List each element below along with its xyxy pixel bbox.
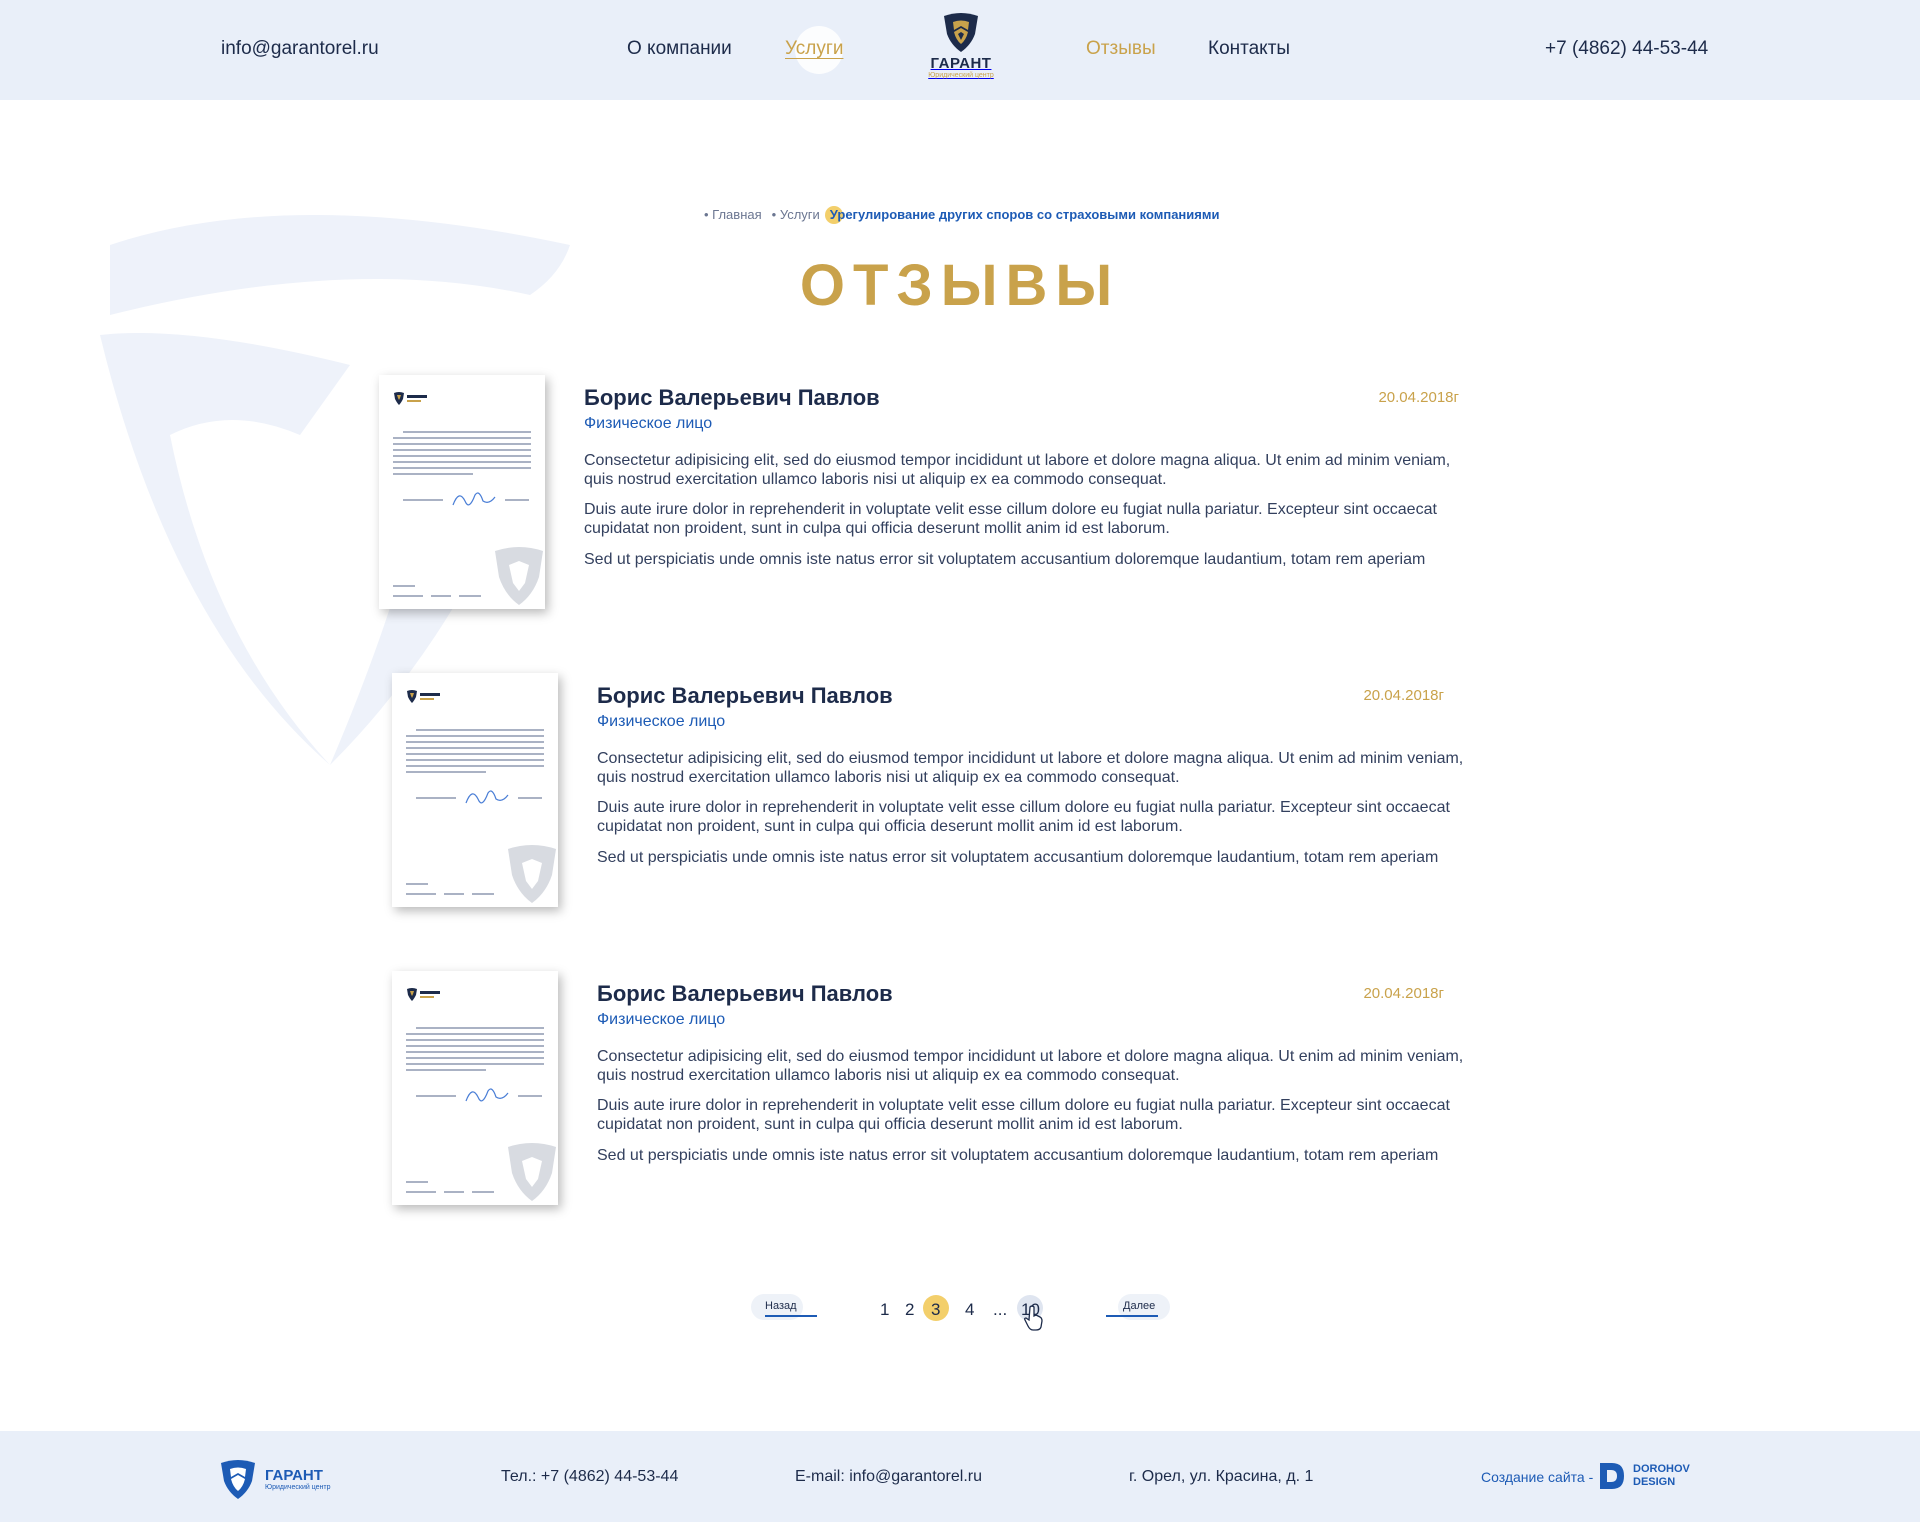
nav-about[interactable]: О компании	[627, 38, 732, 60]
letter-logo-icon	[394, 392, 427, 405]
header-email-link[interactable]: info@garantorel.ru	[221, 38, 379, 60]
signature-icon	[465, 1088, 509, 1102]
footer-logo[interactable]: ГАРАНТ Юридический центр	[219, 1459, 331, 1501]
letter-logo-icon	[407, 690, 440, 703]
nav-contacts[interactable]: Контакты	[1208, 38, 1290, 60]
footer-email[interactable]: E-mail: info@garantorel.ru	[795, 1468, 982, 1486]
site-footer: ГАРАНТ Юридический центр Тел.: +7 (4862)…	[0, 1431, 1920, 1522]
arrow-right-icon	[1106, 1315, 1158, 1317]
logo-sub-text: Юридический центр	[928, 72, 994, 79]
letter-watermark-icon	[508, 1143, 556, 1201]
footer-dev-label: Создание сайта -	[1481, 1469, 1594, 1485]
review-paragraph: Duis aute irure dolor in reprehenderit i…	[597, 1097, 1450, 1133]
pagination-prev-button[interactable]: Назад	[765, 1300, 797, 1312]
logo-brand-text: ГАРАНТ	[930, 55, 992, 72]
breadcrumb-current: Урегулирование других споров со страховы…	[829, 207, 1220, 222]
review-paragraph: Sed ut perspiciatis unde omnis iste natu…	[597, 1147, 1439, 1164]
review-date: 20.04.2018г	[1378, 389, 1459, 406]
dev-name-block: DOROHOV DESIGN	[1633, 1463, 1690, 1489]
page-4-button[interactable]: 4	[965, 1300, 974, 1320]
dev-name-line1: DOROHOV	[1633, 1463, 1690, 1475]
review-paragraph: Consectetur adipisicing elit, sed do eiu…	[584, 452, 1451, 488]
breadcrumb-services[interactable]: • Услуги	[772, 207, 820, 222]
letter-logo-icon	[407, 988, 440, 1001]
footer-logo-text: ГАРАНТ Юридический центр	[265, 1468, 331, 1492]
nav-reviews[interactable]: Отзывы	[1086, 38, 1156, 60]
page-2-button[interactable]: 2	[905, 1300, 914, 1320]
reviewer-name: Борис Валерьевич Павлов	[597, 683, 893, 708]
review-paragraph: Consectetur adipisicing elit, sed do eiu…	[597, 1048, 1464, 1084]
developer-logo[interactable]: DOROHOV DESIGN	[1598, 1461, 1690, 1491]
page-1-button[interactable]: 1	[880, 1300, 889, 1320]
review-date: 20.04.2018г	[1363, 985, 1444, 1002]
review-letter-thumbnail[interactable]	[392, 673, 558, 907]
header-phone-link[interactable]: +7 (4862) 44-53-44	[1545, 38, 1708, 60]
review-card: Борис Валерьевич Павлов Физическое лицо …	[392, 971, 1463, 1221]
review-paragraph: Sed ut perspiciatis unde omnis iste natu…	[584, 551, 1426, 568]
letter-watermark-icon	[495, 547, 543, 605]
footer-brand-sub: Юридический центр	[265, 1484, 331, 1491]
signature-icon	[465, 790, 509, 804]
reviewer-role: Физическое лицо	[597, 1011, 726, 1028]
footer-phone[interactable]: Тел.: +7 (4862) 44-53-44	[501, 1468, 678, 1486]
page-ellipsis: ...	[993, 1300, 1008, 1319]
nav-services[interactable]: Услуги	[785, 38, 843, 60]
header-logo[interactable]: ГАРАНТ Юридический центр	[916, 12, 1006, 88]
review-letter-thumbnail[interactable]	[392, 971, 558, 1205]
dorohov-d-icon	[1600, 1463, 1624, 1489]
reviewer-name: Борис Валерьевич Павлов	[584, 385, 880, 410]
pagination-next-button[interactable]: Далее	[1123, 1300, 1155, 1312]
breadcrumb-current-wrap: Урегулирование других споров со страховы…	[824, 206, 1220, 224]
review-paragraph: Consectetur adipisicing elit, sed do eiu…	[597, 750, 1464, 786]
breadcrumb-home[interactable]: • Главная	[704, 207, 762, 222]
page-3-button[interactable]: 3	[931, 1300, 940, 1320]
review-paragraph: Duis aute irure dolor in reprehenderit i…	[597, 799, 1450, 835]
letter-watermark-icon	[508, 845, 556, 903]
review-card: Борис Валерьевич Павлов Физическое лицо …	[379, 375, 1459, 625]
shield-logo-icon	[944, 13, 978, 52]
reviewer-role: Физическое лицо	[597, 713, 726, 730]
page-title: ОТЗЫВЫ	[799, 253, 1121, 318]
footer-brand: ГАРАНТ	[265, 1467, 323, 1484]
footer-address: г. Орел, ул. Красина, д. 1	[1129, 1468, 1314, 1485]
review-date: 20.04.2018г	[1363, 687, 1444, 704]
reviewer-role: Физическое лицо	[584, 415, 713, 432]
hand-cursor-icon	[1024, 1305, 1043, 1331]
reviewer-name: Борис Валерьевич Павлов	[597, 981, 893, 1006]
signature-icon	[452, 492, 496, 506]
dev-name-line2: DESIGN	[1633, 1476, 1676, 1488]
site-header: info@garantorel.ru О компании Услуги ГАР…	[0, 0, 1920, 100]
breadcrumb: • Главная • Услуги Урегулирование других…	[704, 206, 1220, 224]
review-paragraph: Duis aute irure dolor in reprehenderit i…	[584, 501, 1437, 537]
review-paragraph: Sed ut perspiciatis unde omnis iste natu…	[597, 849, 1439, 866]
shield-logo-icon	[221, 1460, 255, 1499]
review-letter-thumbnail[interactable]	[379, 375, 545, 609]
pagination: Назад 1 2 3 4 ... 10 Далее	[0, 1290, 1920, 1330]
review-card: Борис Валерьевич Павлов Физическое лицо …	[392, 673, 1463, 923]
arrow-left-icon	[765, 1315, 817, 1317]
